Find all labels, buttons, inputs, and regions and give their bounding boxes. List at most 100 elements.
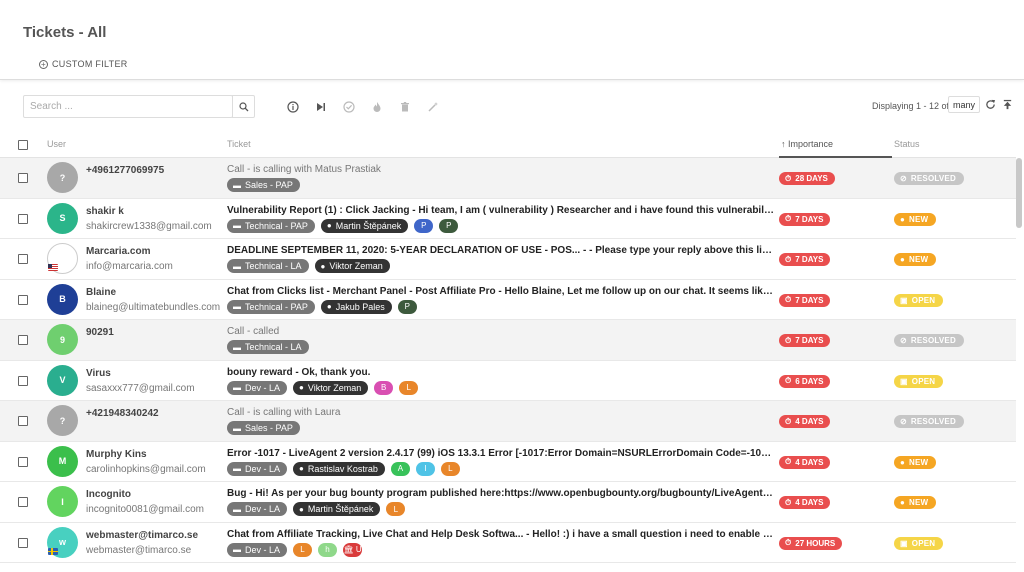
ticket-subject[interactable]: Error -1017 - LiveAgent 2 version 2.4.17… (227, 448, 775, 459)
ticket-row[interactable]: V Virus sasaxxx777@gmail.com bouny reward -… (0, 361, 1016, 401)
avatar: V (47, 364, 78, 396)
agent-tag[interactable]: ● Viktor Zeman (293, 380, 369, 395)
row-checkbox[interactable] (18, 416, 28, 426)
ticket-row[interactable]: 9 90291 Call - called ▬ Technical - LA ⏱ 7 DAY… (0, 320, 1016, 361)
row-checkbox[interactable] (18, 294, 28, 305)
ticket-list: ? +4961277069975 Call - is calling with Ma… (0, 158, 1016, 563)
scrollbar[interactable] (1016, 158, 1022, 228)
ticket-tags: ▬ Sales - PAP (227, 421, 300, 435)
column-user[interactable]: User (47, 139, 66, 149)
ticket-subject[interactable]: Vulnerability Report (1) : Click Jacking… (227, 205, 775, 216)
column-importance[interactable]: ↑ Importance (781, 139, 833, 149)
department-tag[interactable]: ▬ Dev - LA (227, 542, 288, 557)
row-checkbox[interactable] (18, 213, 28, 224)
row-checkbox[interactable] (18, 173, 28, 183)
avatar: ? (47, 405, 78, 436)
agent-tag[interactable]: ● Jakub Pales (320, 299, 392, 314)
ticket-subject[interactable]: Bug - Hi! As per your bug bounty program… (227, 488, 775, 499)
user-email: shakircrew1338@gmail.com (86, 220, 212, 232)
column-ticket[interactable]: Ticket (227, 139, 251, 149)
clock-icon: ⏱ (785, 457, 792, 466)
user-name: Marcaria.com (86, 246, 151, 257)
participant-badge: P (397, 299, 417, 314)
ticket-row[interactable]: B Blaine blaineg@ultimatebundles.com Chat f… (0, 280, 1016, 320)
ticket-subject[interactable]: Call - called (227, 326, 775, 337)
avatar: ? (47, 162, 78, 193)
status-icon: ⊘ (900, 174, 907, 183)
fire-icon[interactable] (370, 100, 384, 114)
plus-circle-icon: + (39, 59, 48, 69)
select-all-checkbox[interactable] (18, 140, 28, 150)
participant-badge: A (390, 461, 410, 476)
clock-icon: ⏱ (785, 538, 792, 547)
sort-arrow-icon: ↑ (781, 139, 786, 149)
search-input[interactable] (23, 95, 233, 118)
avatar: I (47, 486, 78, 517)
forward-icon[interactable] (314, 100, 328, 114)
ticket-row[interactable]: ? +4961277069975 Call - is calling with Ma… (0, 158, 1016, 199)
ticket-subject[interactable]: Chat from Affiliate Tracking, Live Chat … (227, 529, 775, 540)
status-icon: ▣ (900, 295, 908, 305)
avatar: 9 (47, 324, 78, 355)
ticket-row[interactable]: ? +421948340242 Call - is calling with Lau… (0, 401, 1016, 442)
search-button[interactable] (232, 95, 255, 118)
agent-tag[interactable]: ● Martin Štěpánek (320, 218, 409, 233)
department-tag[interactable]: ▬ Technical - LA (227, 259, 309, 273)
ticket-row[interactable]: Marcaria.com info@marcaria.com DEADLINE SE… (0, 239, 1016, 280)
row-checkbox[interactable] (18, 375, 28, 386)
ticket-subject[interactable]: bouny reward - Ok, thank you. (227, 367, 775, 378)
ticket-subject[interactable]: Chat from Clicks list - Merchant Panel -… (227, 286, 775, 297)
row-checkbox[interactable] (18, 456, 28, 467)
ticket-tags: ▬ Technical - LA ● Viktor Zeman (227, 259, 390, 273)
row-checkbox[interactable] (18, 497, 28, 507)
avatar: M (47, 445, 78, 477)
scroll-to-top-icon[interactable] (1002, 99, 1013, 113)
department-tag[interactable]: ▬ Sales - PAP (227, 421, 300, 435)
ticket-subject[interactable]: DEADLINE SEPTEMBER 11, 2020: 5-YEAR DECL… (227, 245, 775, 256)
ticket-subject[interactable]: Call - is calling with Laura (227, 407, 775, 418)
column-status[interactable]: Status (894, 139, 920, 149)
custom-filter-label: CUSTOM FILTER (52, 59, 128, 69)
ticket-row[interactable]: M Murphy Kins carolinhopkins@gmail.com Erro… (0, 442, 1016, 482)
row-checkbox[interactable] (18, 537, 28, 548)
clock-icon: ⏱ (785, 173, 792, 183)
status-icon: ▣ (900, 376, 908, 386)
info-icon[interactable] (286, 100, 300, 114)
department-tag[interactable]: ▬ Sales - PAP (227, 178, 300, 192)
status-badge: ▣ OPEN (894, 293, 944, 307)
importance-badge: ⏱ 27 HOURS (779, 536, 843, 550)
page-size-select[interactable]: many (948, 96, 980, 113)
trash-icon[interactable] (398, 100, 412, 114)
department-tag[interactable]: ▬ Dev - LA (227, 461, 288, 476)
refresh-icon[interactable] (985, 99, 996, 113)
clock-icon: ⏱ (785, 335, 792, 345)
user-email: sasaxxx777@gmail.com (86, 382, 195, 394)
participant-badge: L (386, 502, 406, 516)
custom-filter-button[interactable]: + CUSTOM FILTER (39, 59, 128, 69)
ticket-row[interactable]: w webmaster@timarco.se webmaster@timarco.s… (0, 523, 1016, 563)
user-email: info@marcaria.com (86, 261, 173, 272)
ticket-tags: ▬ Dev - LA ● Martin Štěpánek L (227, 502, 406, 516)
agent-tag[interactable]: ● Martin Štěpánek (293, 502, 381, 516)
user-name: Virus (86, 367, 111, 379)
department-tag[interactable]: ▬ Dev - LA (227, 380, 288, 395)
department-tag[interactable]: ▬ Technical - PAP (227, 299, 315, 314)
department-tag[interactable]: ▬ Technical - LA (227, 340, 309, 354)
row-checkbox[interactable] (18, 335, 28, 345)
magic-wand-icon[interactable] (426, 100, 440, 114)
user-name: 90291 (86, 327, 114, 338)
department-tag[interactable]: ▬ Technical - PAP (227, 218, 315, 233)
participant-badge: h (318, 542, 338, 557)
ticket-subject[interactable]: Call - is calling with Matus Prastiak (227, 164, 775, 175)
check-circle-icon[interactable] (342, 100, 356, 114)
ticket-row[interactable]: I Incognito incognito0081@gmail.com Bug - H… (0, 482, 1016, 523)
user-email: blaineg@ultimatebundles.com (86, 301, 221, 313)
row-checkbox[interactable] (18, 254, 28, 264)
status-badge: ● NEW (894, 212, 937, 226)
agent-tag[interactable]: ● Rastislav Kostrab (293, 461, 385, 476)
agent-tag[interactable]: ● Viktor Zeman (314, 259, 390, 273)
pagination-info: Displaying 1 - 12 of (871, 101, 949, 111)
department-tag[interactable]: ▬ Dev - LA (227, 502, 288, 516)
ticket-row[interactable]: Sshakir k shakircrew1338@gmail.com Vulnera… (0, 199, 1016, 239)
clock-icon: ⏱ (785, 295, 792, 304)
